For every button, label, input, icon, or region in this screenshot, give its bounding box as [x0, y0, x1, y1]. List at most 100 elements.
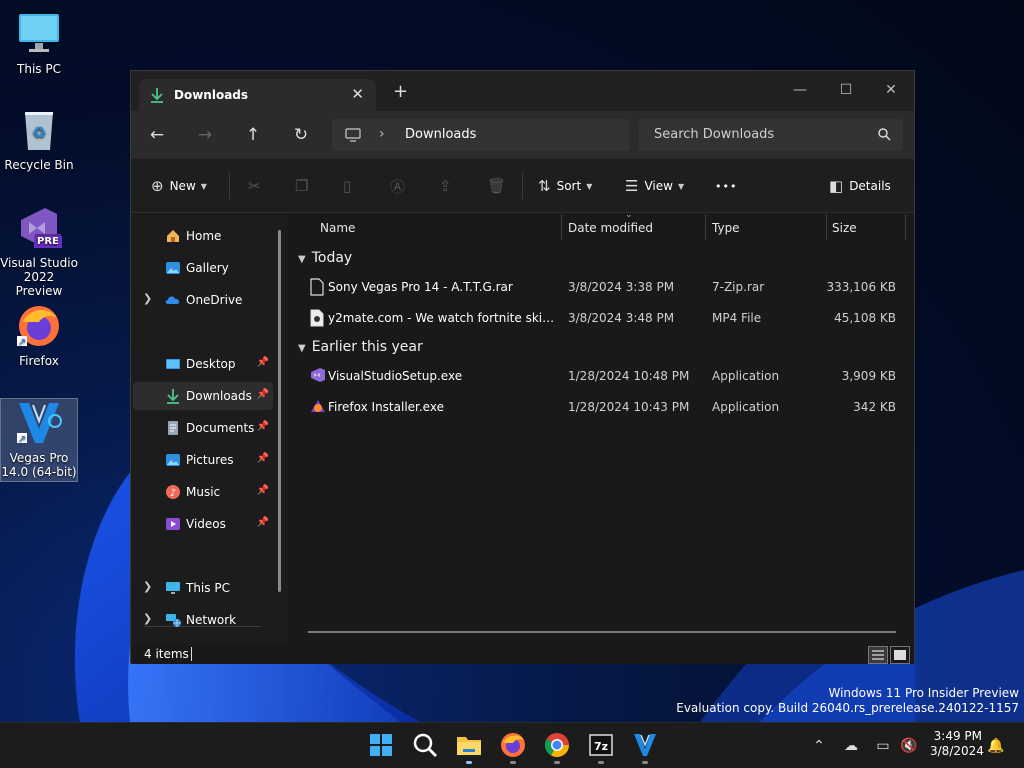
cut-button[interactable]: ✂: [248, 175, 267, 197]
back-button[interactable]: ←: [144, 123, 170, 147]
monitor-icon: [15, 10, 63, 58]
column-header-size[interactable]: Size: [832, 221, 857, 235]
file-row[interactable]: Firefox Installer.exe 1/28/2024 10:43 PM…: [298, 392, 908, 422]
column-divider[interactable]: [561, 214, 562, 240]
preview-badge: PRE: [34, 236, 62, 248]
details-view-toggle[interactable]: [868, 646, 888, 664]
taskbar-vegas-pro[interactable]: [631, 731, 659, 764]
sidebar-item-network[interactable]: ❯ Network: [133, 606, 273, 634]
desktop-icon-this-pc[interactable]: This PC: [0, 10, 78, 76]
column-divider[interactable]: [826, 214, 827, 240]
breadcrumb-chevron[interactable]: ›: [379, 126, 385, 142]
search-icon: [413, 733, 437, 757]
status-divider: [191, 647, 192, 661]
desktop-icon-vegas-pro[interactable]: ↗ Vegas Pro 14.0 (64-bit): [0, 398, 78, 482]
chevron-right-icon[interactable]: ❯: [143, 612, 152, 625]
taskbar-7zip[interactable]: 7z: [587, 731, 615, 764]
sort-button[interactable]: ⇅ Sort ▼: [538, 175, 592, 197]
notification-bell-icon[interactable]: 🔔: [987, 737, 1005, 755]
status-bar: 4 items: [131, 644, 914, 664]
column-header-name[interactable]: Name: [320, 221, 355, 235]
desktop-icon-label: Visual Studio 2022 Preview: [0, 256, 78, 298]
svg-text:♪: ♪: [170, 488, 176, 499]
sidebar-item-documents[interactable]: Documents 📌: [133, 414, 273, 442]
sidebar-item-downloads[interactable]: Downloads 📌: [133, 382, 273, 410]
tiles-view-toggle[interactable]: [890, 646, 910, 664]
pin-icon[interactable]: 📌: [257, 421, 269, 432]
rename-button[interactable]: Ⓐ: [390, 175, 411, 197]
pin-icon[interactable]: 📌: [257, 357, 269, 368]
sidebar-item-onedrive[interactable]: ❯ OneDrive: [133, 286, 273, 314]
volume-muted-icon[interactable]: 🔇: [900, 737, 918, 755]
view-button[interactable]: ☰ View ▼: [625, 175, 684, 197]
start-button[interactable]: [367, 731, 395, 759]
scissors-icon: ✂: [248, 177, 261, 195]
column-divider[interactable]: [905, 214, 906, 240]
desktop-icon-firefox[interactable]: ↗ Firefox: [0, 302, 78, 368]
taskbar-search-button[interactable]: [411, 731, 439, 759]
group-header-earlier-this-year[interactable]: ▼ Earlier this year: [298, 339, 423, 355]
more-options-button[interactable]: •••: [715, 175, 737, 197]
cloud-offline-icon[interactable]: ☁: [842, 737, 860, 755]
sidebar-item-pictures[interactable]: Pictures 📌: [133, 446, 273, 474]
firefox-installer-icon: [310, 398, 326, 416]
details-view-icon: [872, 650, 884, 660]
maximize-button[interactable]: ☐: [823, 75, 869, 105]
taskbar-chrome[interactable]: [543, 731, 571, 764]
tab-downloads[interactable]: Downloads ✕: [139, 79, 376, 111]
column-divider[interactable]: [705, 214, 706, 240]
up-button[interactable]: ↑: [240, 123, 266, 147]
desktop-icon-visual-studio[interactable]: PRE Visual Studio 2022 Preview: [0, 204, 78, 298]
search-box[interactable]: Search Downloads: [639, 119, 903, 151]
file-list: Name ⌄ Date modified Type Size ▼ Today So…: [288, 210, 914, 644]
minimize-button[interactable]: —: [777, 75, 823, 105]
file-row[interactable]: y2mate.com - We watch fortnite skibidit.…: [298, 303, 908, 333]
sidebar-item-videos[interactable]: Videos 📌: [133, 510, 273, 538]
sidebar-item-gallery[interactable]: Gallery: [133, 254, 273, 282]
address-bar[interactable]: › Downloads: [332, 119, 630, 151]
new-tab-button[interactable]: +: [393, 83, 408, 101]
desktop-icon-recycle-bin[interactable]: ♻ Recycle Bin: [0, 106, 78, 172]
file-row[interactable]: Sony Vegas Pro 14 - A.T.T.G.rar 3/8/2024…: [298, 272, 908, 302]
pin-icon[interactable]: 📌: [257, 485, 269, 496]
horizontal-scrollbar[interactable]: [308, 631, 896, 633]
column-header-date[interactable]: Date modified: [568, 221, 653, 235]
chevron-right-icon[interactable]: ❯: [143, 580, 152, 593]
network-status-icon[interactable]: ▭: [874, 737, 892, 755]
visual-studio-installer-icon: [310, 367, 326, 385]
breadcrumb-downloads[interactable]: Downloads: [405, 127, 476, 142]
tab-close-button[interactable]: ✕: [351, 85, 364, 103]
sidebar-item-music[interactable]: ♪ Music 📌: [133, 478, 273, 506]
taskbar-clock[interactable]: 3:49 PM 3/8/2024: [930, 729, 984, 759]
7zip-icon: 7z: [589, 734, 613, 756]
show-hidden-icons-chevron-icon[interactable]: ⌃: [810, 737, 828, 755]
refresh-button[interactable]: ↻: [288, 123, 314, 147]
copy-button[interactable]: ❐: [295, 175, 314, 197]
details-pane-button[interactable]: ◧ Details: [829, 175, 891, 197]
sidebar-item-home[interactable]: Home: [133, 222, 273, 250]
desktop-icon-label: This PC: [17, 62, 61, 76]
forward-button[interactable]: →: [192, 123, 218, 147]
column-header-row: Name ⌄ Date modified Type Size: [288, 210, 914, 242]
share-button[interactable]: ⇪: [439, 175, 458, 197]
sidebar-item-this-pc[interactable]: ❯ This PC: [133, 574, 273, 602]
delete-button[interactable]: 🗑: [487, 175, 512, 197]
close-button[interactable]: ✕: [868, 75, 914, 105]
navigation-pane: Home Gallery ❯ OneDrive Desktop 📌 Downlo…: [131, 214, 288, 644]
chevron-right-icon[interactable]: ❯: [143, 292, 152, 305]
pin-icon[interactable]: 📌: [257, 453, 269, 464]
share-icon: ⇪: [439, 177, 452, 195]
chrome-icon: [544, 733, 569, 758]
pin-icon[interactable]: 📌: [257, 389, 269, 400]
file-row[interactable]: VisualStudioSetup.exe 1/28/2024 10:48 PM…: [298, 361, 908, 391]
sidebar-item-desktop[interactable]: Desktop 📌: [133, 350, 273, 378]
pin-icon[interactable]: 📌: [257, 517, 269, 528]
new-button[interactable]: ⊕ New ▼: [151, 175, 207, 197]
new-label: New: [169, 179, 196, 193]
taskbar-firefox[interactable]: [499, 731, 527, 764]
column-header-type[interactable]: Type: [712, 221, 740, 235]
sidebar-scrollbar[interactable]: [278, 230, 281, 592]
taskbar-file-explorer[interactable]: [455, 731, 483, 764]
paste-button[interactable]: ▯: [343, 175, 357, 197]
group-header-today[interactable]: ▼ Today: [298, 250, 352, 266]
